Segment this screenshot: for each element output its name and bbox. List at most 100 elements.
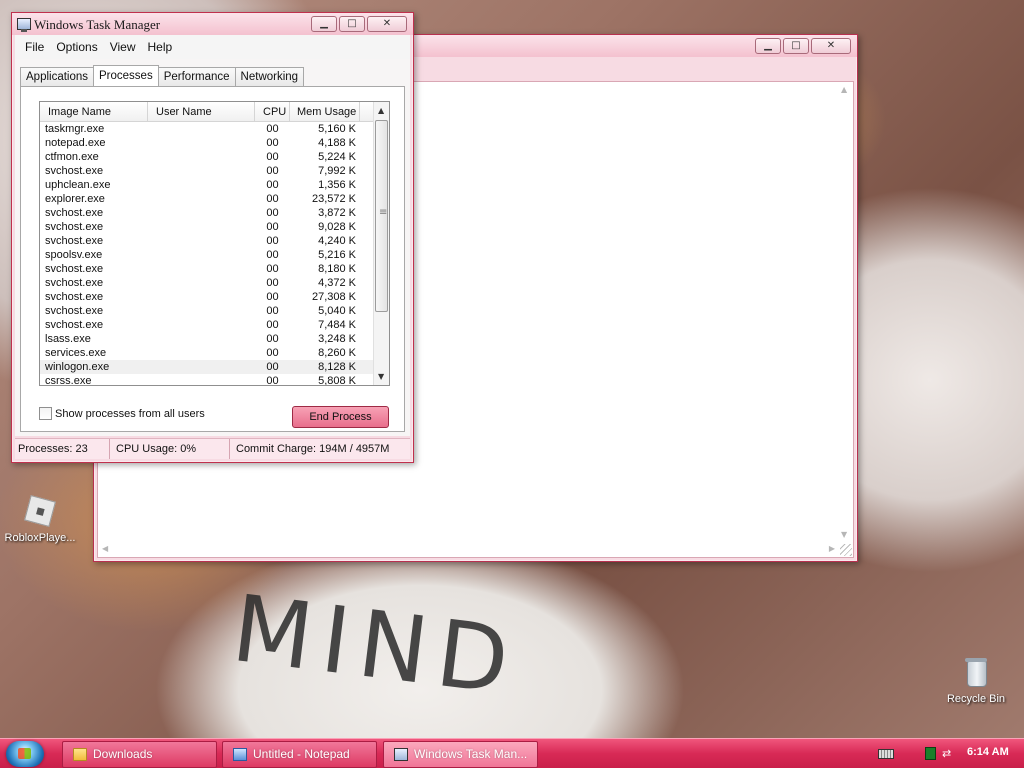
process-list[interactable]: Image Name User Name CPU Mem Usage taskm… <box>39 101 390 386</box>
maximize-button[interactable]: □ <box>339 16 365 32</box>
process-mem: 4,372 K <box>318 277 356 289</box>
desktop-icon-label: RobloxPlaye... <box>4 532 76 544</box>
process-mem: 5,160 K <box>318 123 356 135</box>
process-row[interactable]: notepad.exe 00 4,188 K <box>40 136 373 150</box>
close-button[interactable]: ✕ <box>811 38 851 54</box>
process-row[interactable]: svchost.exe 00 5,040 K <box>40 304 373 318</box>
task-manager-tray-icon[interactable] <box>925 747 936 760</box>
process-row[interactable]: svchost.exe 00 27,308 K <box>40 290 373 304</box>
minimize-button[interactable]: ▁ <box>311 16 337 32</box>
process-row[interactable]: svchost.exe 00 4,240 K <box>40 234 373 248</box>
tab-networking[interactable]: Networking <box>234 67 305 86</box>
show-all-processes-checkbox[interactable] <box>39 407 52 420</box>
process-row[interactable]: svchost.exe 00 4,372 K <box>40 276 373 290</box>
status-cpu-usage: CPU Usage: 0% <box>110 439 230 459</box>
scroll-right-icon[interactable]: ▶ <box>829 544 835 553</box>
resize-grip-icon[interactable] <box>840 544 852 556</box>
process-name: svchost.exe <box>45 291 104 303</box>
menu-view[interactable]: View <box>104 40 142 54</box>
process-mem: 7,992 K <box>318 165 356 177</box>
column-cpu[interactable]: CPU <box>255 102 290 121</box>
tab-applications[interactable]: Applications <box>20 67 95 86</box>
process-rows: taskmgr.exe 00 5,160 K notepad.exe 00 4,188 K… <box>40 122 373 386</box>
scroll-up-icon[interactable]: ▲ <box>841 85 847 94</box>
task-manager-icon <box>394 748 408 761</box>
task-manager-titlebar[interactable]: Windows Task Manager ▁ □ ✕ <box>12 13 413 35</box>
process-row[interactable]: services.exe 00 8,260 K <box>40 346 373 360</box>
desktop-icon-roblox[interactable]: RobloxPlaye... <box>0 494 80 544</box>
process-user <box>148 164 255 178</box>
process-cpu: 00 <box>266 137 279 149</box>
process-row[interactable]: csrss.exe 00 5,808 K <box>40 374 373 386</box>
menu-bar: File Options View Help <box>15 35 410 59</box>
process-cpu: 00 <box>266 347 279 359</box>
process-name: svchost.exe <box>45 221 104 233</box>
process-row[interactable]: winlogon.exe 00 8,128 K <box>40 360 373 374</box>
show-all-processes-option[interactable]: Show processes from all users <box>39 407 205 420</box>
process-row[interactable]: explorer.exe 00 23,572 K <box>40 192 373 206</box>
process-row[interactable]: uphclean.exe 00 1,356 K <box>40 178 373 192</box>
process-row[interactable]: svchost.exe 00 8,180 K <box>40 262 373 276</box>
close-button[interactable]: ✕ <box>367 16 407 32</box>
task-manager-body: Applications Processes Performance Netwo… <box>15 59 410 436</box>
network-icon[interactable]: ⇄ <box>942 747 954 760</box>
scroll-up-icon[interactable]: ▲ <box>378 106 384 115</box>
menu-help[interactable]: Help <box>142 40 179 54</box>
vertical-scrollbar[interactable]: ▲ ▼ <box>837 82 853 541</box>
process-user <box>148 262 255 276</box>
process-row[interactable]: taskmgr.exe 00 5,160 K <box>40 122 373 136</box>
process-mem: 3,872 K <box>318 207 356 219</box>
process-cpu: 00 <box>266 277 279 289</box>
process-user <box>148 178 255 192</box>
tab-performance[interactable]: Performance <box>157 67 236 86</box>
process-cpu: 00 <box>266 291 279 303</box>
start-button[interactable] <box>6 741 44 767</box>
process-row[interactable]: svchost.exe 00 7,992 K <box>40 164 373 178</box>
tab-processes[interactable]: Processes <box>93 65 159 86</box>
process-user <box>148 346 255 360</box>
process-row[interactable]: ctfmon.exe 00 5,224 K <box>40 150 373 164</box>
process-row[interactable]: svchost.exe 00 3,872 K <box>40 206 373 220</box>
scroll-down-icon[interactable]: ▼ <box>841 530 847 539</box>
process-row[interactable]: spoolsv.exe 00 5,216 K <box>40 248 373 262</box>
process-name: csrss.exe <box>45 375 92 386</box>
process-mem: 8,180 K <box>318 263 356 275</box>
minimize-button[interactable]: ▁ <box>755 38 781 54</box>
desktop-icon-label: Recycle Bin <box>946 693 1006 705</box>
desktop-icon-recycle-bin[interactable]: Recycle Bin <box>936 655 1016 705</box>
process-mem: 23,572 K <box>311 193 356 205</box>
menu-options[interactable]: Options <box>50 40 103 54</box>
end-process-button[interactable]: End Process <box>292 406 389 428</box>
maximize-button[interactable]: □ <box>783 38 809 54</box>
scroll-thumb[interactable] <box>375 120 388 312</box>
process-name: svchost.exe <box>45 207 104 219</box>
process-list-scrollbar[interactable]: ▲ ▼ <box>373 102 389 385</box>
taskbar-button-notepad[interactable]: Untitled - Notepad <box>222 741 377 768</box>
process-row[interactable]: lsass.exe 00 3,248 K <box>40 332 373 346</box>
status-processes: Processes: 23 <box>15 439 110 459</box>
process-user <box>148 150 255 164</box>
scroll-left-icon[interactable]: ◀ <box>102 544 108 553</box>
task-manager-window[interactable]: Windows Task Manager ▁ □ ✕ File Options … <box>11 12 414 463</box>
process-cpu: 00 <box>266 319 279 331</box>
taskbar-button-task-manager[interactable]: Windows Task Man... <box>383 741 538 768</box>
process-row[interactable]: svchost.exe 00 9,028 K <box>40 220 373 234</box>
process-name: spoolsv.exe <box>45 249 103 261</box>
taskbar: Downloads Untitled - Notepad Windows Tas… <box>0 738 1024 768</box>
menu-file[interactable]: File <box>19 40 50 54</box>
process-row[interactable]: svchost.exe 00 7,484 K <box>40 318 373 332</box>
process-mem: 3,248 K <box>318 333 356 345</box>
taskbar-button-downloads[interactable]: Downloads <box>62 741 217 768</box>
clock[interactable]: 6:14 AM <box>967 746 1009 758</box>
process-cpu: 00 <box>266 179 279 191</box>
process-user <box>148 206 255 220</box>
keyboard-icon[interactable] <box>878 749 894 759</box>
process-name: services.exe <box>45 347 107 359</box>
notepad-icon <box>233 748 247 761</box>
horizontal-scrollbar[interactable]: ◀ ▶ <box>98 541 837 557</box>
column-user-name[interactable]: User Name <box>148 102 255 121</box>
scroll-down-icon[interactable]: ▼ <box>378 372 384 381</box>
column-mem-usage[interactable]: Mem Usage <box>290 102 360 121</box>
column-image-name[interactable]: Image Name <box>40 102 148 121</box>
process-mem: 9,028 K <box>318 221 356 233</box>
